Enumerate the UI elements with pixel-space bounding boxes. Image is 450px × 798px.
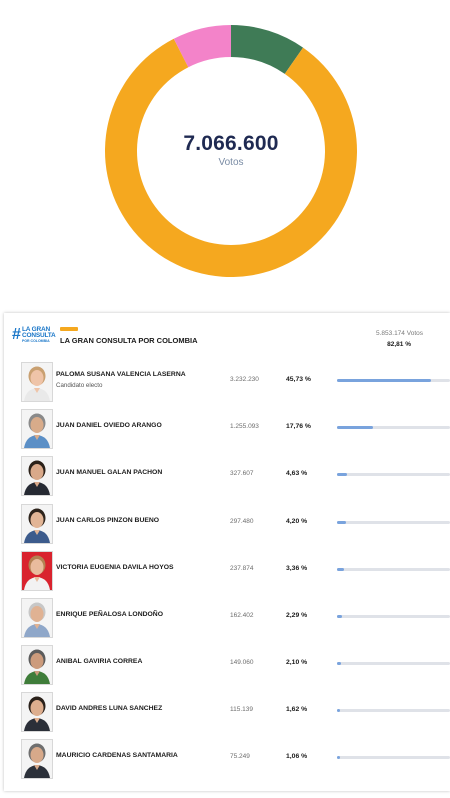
candidate-percent: 3,36 %: [286, 565, 308, 572]
candidate-row[interactable]: MAURICIO CARDENAS SANTAMARIA 75.249 1,06 %: [4, 738, 450, 784]
candidate-progress-track: [337, 615, 450, 618]
portrait-icon: [22, 693, 52, 731]
portrait-icon: [22, 505, 52, 543]
candidate-votes: 162.402: [230, 612, 254, 619]
portrait-icon: [22, 740, 52, 778]
total-votes-label: Votos: [218, 157, 244, 168]
candidate-progress-track: [337, 662, 450, 665]
candidate-photo: [21, 362, 53, 402]
candidate-votes: 237.874: [230, 565, 254, 572]
portrait-icon: [22, 646, 52, 684]
candidate-percent: 45,73 %: [286, 376, 311, 383]
candidate-progress-track: [337, 473, 450, 476]
candidate-name: JUAN DANIEL OVIEDO ARANGO: [56, 422, 162, 429]
candidate-progress-track: [337, 568, 450, 571]
candidate-name: PALOMA SUSANA VALENCIA LASERNA: [56, 371, 186, 378]
portrait-icon: [22, 552, 52, 590]
candidate-percent: 1,62 %: [286, 706, 308, 713]
candidate-progress-fill: [337, 756, 340, 759]
candidate-row[interactable]: ANIBAL GAVIRIA CORREA 149.060 2,10 %: [4, 644, 450, 690]
candidate-row[interactable]: PALOMA SUSANA VALENCIA LASERNA Candidato …: [4, 361, 450, 407]
candidate-progress-track: [337, 379, 450, 382]
portrait-icon: [22, 363, 52, 401]
candidate-progress-fill: [337, 568, 344, 571]
candidate-votes: 75.249: [230, 753, 250, 760]
candidate-progress-track: [337, 426, 450, 429]
vote-donut-chart: 7.066.600 Votos: [100, 20, 362, 282]
candidate-name: VICTORIA EUGENIA DAVILA HOYOS: [56, 564, 174, 571]
candidate-progress-track: [337, 709, 450, 712]
candidate-percent: 1,06 %: [286, 753, 308, 760]
logo-text-line3: POR COLOMBIA: [22, 339, 50, 343]
candidate-photo: [21, 739, 53, 779]
candidate-row[interactable]: JUAN MANUEL GALAN PACHON 327.607 4,63 %: [4, 455, 450, 501]
candidate-percent: 2,10 %: [286, 659, 308, 666]
candidate-row[interactable]: DAVID ANDRES LUNA SANCHEZ 115.139 1,62 %: [4, 691, 450, 737]
candidate-row[interactable]: ENRIQUE PEÑALOSA LONDOÑO 162.402 2,29 %: [4, 597, 450, 643]
portrait-icon: [22, 599, 52, 637]
candidate-progress-track: [337, 521, 450, 524]
candidate-name: JUAN CARLOS PINZON BUENO: [56, 517, 160, 524]
candidate-photo: [21, 409, 53, 449]
candidate-votes: 3.232.230: [230, 376, 259, 383]
candidate-row[interactable]: VICTORIA EUGENIA DAVILA HOYOS 237.874 3,36…: [4, 550, 450, 596]
candidate-photo: [21, 598, 53, 638]
candidate-percent: 4,20 %: [286, 518, 308, 525]
candidate-row[interactable]: JUAN CARLOS PINZON BUENO 297.480 4,20 %: [4, 503, 450, 549]
candidate-name: ANIBAL GAVIRIA CORREA: [56, 658, 143, 665]
candidate-progress-fill: [337, 709, 340, 712]
candidate-photo: [21, 645, 53, 685]
portrait-icon: [22, 457, 52, 495]
hashtag-icon: #: [12, 326, 21, 343]
candidate-name: MAURICIO CARDENAS SANTAMARIA: [56, 752, 178, 759]
candidate-photo: [21, 456, 53, 496]
candidate-votes: 297.480: [230, 518, 254, 525]
candidate-votes: 115.139: [230, 706, 254, 713]
candidate-progress-fill: [337, 615, 342, 618]
candidate-photo: [21, 504, 53, 544]
candidate-progress-fill: [337, 379, 431, 382]
candidate-progress-fill: [337, 662, 341, 665]
party-votes: 5.853.174 Votos: [376, 330, 423, 337]
candidate-votes: 1.255.093: [230, 423, 259, 430]
results-card: # LA GRAN CONSULTA POR COLOMBIA LA GRAN …: [4, 313, 450, 791]
party-name: LA GRAN CONSULTA POR COLOMBIA: [60, 336, 198, 345]
candidate-photo: [21, 551, 53, 591]
candidate-progress-fill: [337, 473, 347, 476]
party-logo: # LA GRAN CONSULTA POR COLOMBIA: [12, 326, 56, 344]
candidate-progress-fill: [337, 521, 346, 524]
candidate-status: Candidato electo: [56, 382, 103, 389]
candidate-progress-track: [337, 756, 450, 759]
candidate-name: DAVID ANDRES LUNA SANCHEZ: [56, 705, 163, 712]
candidate-votes: 327.607: [230, 470, 254, 477]
candidate-name: ENRIQUE PEÑALOSA LONDOÑO: [56, 611, 163, 618]
candidate-votes: 149.060: [230, 659, 254, 666]
portrait-icon: [22, 410, 52, 448]
total-votes-value: 7.066.600: [183, 132, 279, 155]
candidate-name: JUAN MANUEL GALAN PACHON: [56, 469, 163, 476]
party-color-swatch: [60, 327, 78, 331]
candidate-row[interactable]: JUAN DANIEL OVIEDO ARANGO 1.255.093 17,76 …: [4, 408, 450, 454]
candidate-percent: 4,63 %: [286, 470, 308, 477]
candidate-progress-fill: [337, 426, 373, 429]
party-percent: 82,81 %: [387, 341, 411, 348]
candidate-percent: 17,76 %: [286, 423, 311, 430]
candidate-photo: [21, 692, 53, 732]
candidate-percent: 2,29 %: [286, 612, 308, 619]
